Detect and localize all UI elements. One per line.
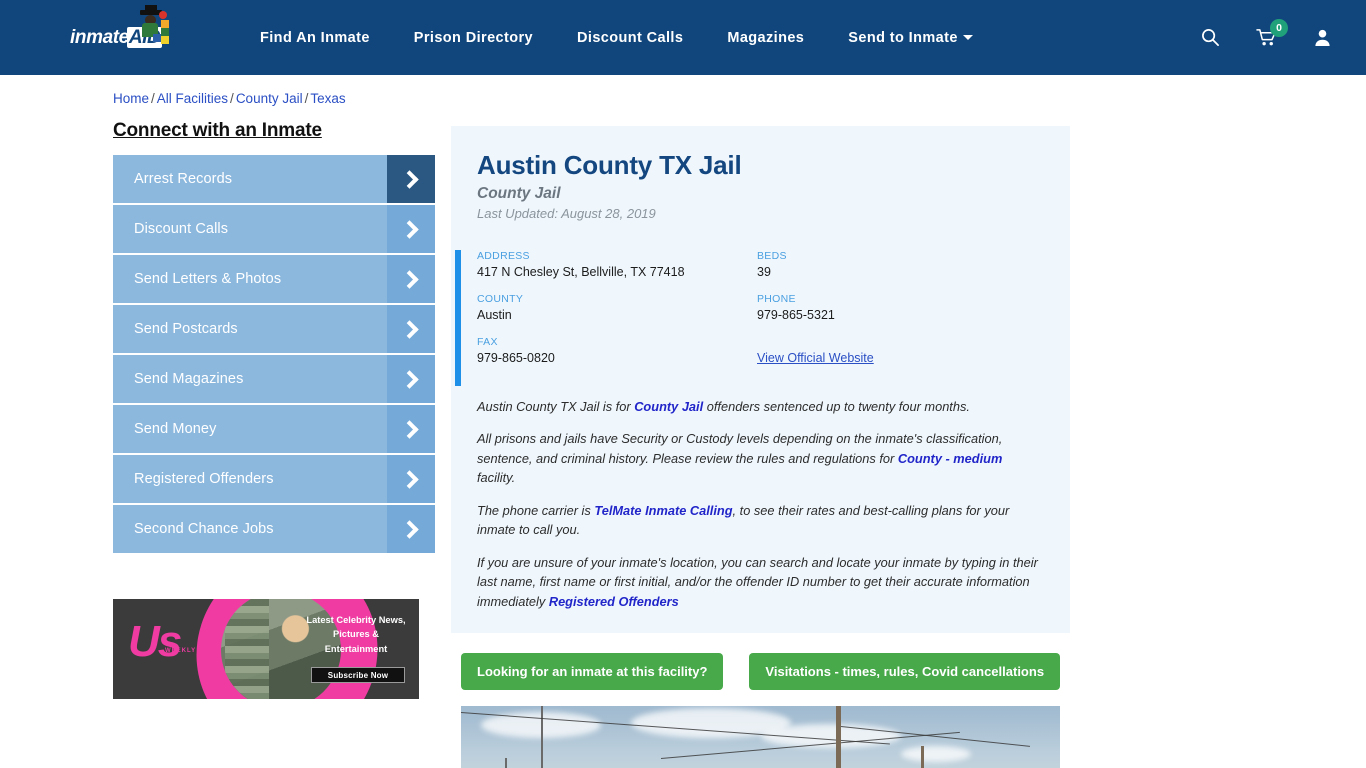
county-medium-link[interactable]: County - medium [898, 451, 1003, 466]
main-content: Austin County TX Jail County Jail Last U… [451, 114, 1071, 768]
looking-for-inmate-button[interactable]: Looking for an inmate at this facility? [461, 652, 724, 690]
chevron-right-icon [387, 355, 435, 403]
website-value: View Official Website [757, 351, 1017, 365]
details-column-left: ADDRESS 417 N Chesley St, Bellville, TX … [477, 250, 757, 379]
beds-label: BEDS [757, 250, 787, 262]
beds-field: BEDS 39 [757, 250, 1017, 279]
website-spacer [757, 336, 1017, 348]
ad-headline: Latest Celebrity News, Pictures & Entert… [306, 615, 406, 654]
chevron-down-icon [962, 35, 973, 41]
sidebar-item-send-money[interactable]: Send Money [113, 405, 435, 453]
phone-field: PHONE 979-865-5321 [757, 293, 1017, 322]
user-account-icon[interactable] [1313, 28, 1332, 47]
breadcrumb-separator: / [230, 91, 234, 106]
ad-logo-subtitle: WEEKLY [165, 648, 197, 654]
sidebar-item-label: Send Magazines [134, 371, 244, 387]
chevron-right-icon [387, 155, 435, 203]
page-title: Austin County TX Jail [477, 150, 742, 180]
sidebar-item-label: Send Letters & Photos [134, 271, 282, 287]
facility-info-card: Austin County TX Jail County Jail Last U… [451, 126, 1071, 633]
nav-item-send-to-inmate[interactable]: Send to Inmate [826, 20, 995, 56]
breadcrumb-item-home[interactable]: Home [113, 91, 149, 106]
nav-item-discount-calls[interactable]: Discount Calls [555, 20, 705, 56]
chevron-right-icon [387, 455, 435, 503]
county-value: Austin [477, 308, 512, 322]
sidebar-item-registered-offenders[interactable]: Registered Offenders [113, 455, 435, 503]
nav-item-find-an-inmate[interactable]: Find An Inmate [238, 20, 392, 56]
page-body: Home / All Facilities / County Jail / Texas Co… [0, 75, 1366, 768]
chevron-right-icon [387, 255, 435, 303]
address-value: 417 N Chesley St, Bellville, TX 77418 [477, 265, 685, 279]
cta-button-row: Looking for an inmate at this facility? … [451, 652, 1070, 690]
nav-item-magazines[interactable]: Magazines [705, 20, 826, 56]
sidebar-item-arrest-records[interactable]: Arrest Records [113, 155, 435, 203]
sidebar: Connect with an Inmate Arrest Records Di… [113, 114, 435, 699]
shopping-cart-icon[interactable]: 0 [1256, 19, 1288, 47]
nav-item-prison-directory[interactable]: Prison Directory [392, 20, 555, 56]
breadcrumb-item-texas[interactable]: Texas [310, 91, 345, 106]
sidebar-item-send-letters-photos[interactable]: Send Letters & Photos [113, 255, 435, 303]
inmateaid-logo[interactable]: inmateAID [70, 4, 190, 58]
facility-type: County Jail [477, 185, 561, 202]
description-paragraph-1: Austin County TX Jail is for County Jail… [477, 399, 970, 414]
breadcrumb-item-all-facilities[interactable]: All Facilities [157, 91, 228, 106]
breadcrumb-separator: / [304, 91, 309, 106]
fax-value: 979-865-0820 [477, 351, 555, 365]
sidebar-item-send-magazines[interactable]: Send Magazines [113, 355, 435, 403]
chevron-right-icon [387, 305, 435, 353]
facility-exterior-photo [461, 705, 1061, 768]
sidebar-item-label: Send Postcards [134, 321, 238, 337]
logo-mascot-icon [134, 4, 180, 49]
fax-field: FAX 979-865-0820 [477, 336, 757, 365]
description-paragraph-2: All prisons and jails have Security or C… [477, 431, 1003, 486]
sidebar-item-send-postcards[interactable]: Send Postcards [113, 305, 435, 353]
description-paragraph-4: If you are unsure of your inmate's locat… [477, 554, 1038, 609]
telmate-inmate-calling-link[interactable]: TelMate Inmate Calling [594, 503, 732, 518]
chevron-right-icon [387, 505, 435, 553]
last-updated-text: Last Updated: August 28, 2019 [477, 206, 656, 221]
chevron-right-icon [387, 405, 435, 453]
accent-bar [455, 250, 461, 386]
sidebar-item-label: Registered Offenders [134, 471, 274, 487]
phone-value: 979-865-5321 [757, 308, 835, 322]
sidebar-item-discount-calls[interactable]: Discount Calls [113, 205, 435, 253]
phone-label: PHONE [757, 293, 796, 305]
sidebar-heading: Connect with an Inmate [113, 120, 322, 141]
ad-logo: Us [128, 617, 182, 666]
sidebar-item-label: Arrest Records [134, 171, 233, 187]
county-field: COUNTY Austin [477, 293, 757, 322]
beds-value: 39 [757, 265, 771, 279]
cart-count-badge: 0 [1270, 19, 1288, 37]
breadcrumb: Home / All Facilities / County Jail / Texas [113, 75, 1013, 114]
sidebar-item-second-chance-jobs[interactable]: Second Chance Jobs [113, 505, 435, 553]
details-column-right: BEDS 39 PHONE 979-865-5321 View Official… [757, 250, 1017, 379]
sidebar-item-label: Discount Calls [134, 221, 229, 237]
description-paragraph-3: The phone carrier is TelMate Inmate Call… [477, 502, 1010, 538]
facility-description: Austin County TX Jail is for County Jail… [477, 397, 1044, 611]
breadcrumb-item-county-jail[interactable]: County Jail [236, 91, 303, 106]
visitations-button[interactable]: Visitations - times, rules, Covid cancel… [749, 652, 1061, 690]
breadcrumb-separator: / [151, 91, 155, 106]
search-icon[interactable] [1201, 28, 1220, 47]
chevron-right-icon [387, 205, 435, 253]
advertisement-banner[interactable]: Us WEEKLY Latest Celebrity News, Picture… [113, 599, 419, 699]
registered-offenders-link[interactable]: Registered Offenders [549, 594, 679, 609]
county-jail-link[interactable]: County Jail [634, 399, 703, 414]
address-label: ADDRESS [477, 250, 530, 262]
ad-subscribe-button[interactable]: Subscribe Now [311, 667, 405, 683]
address-field: ADDRESS 417 N Chesley St, Bellville, TX … [477, 250, 757, 279]
fax-label: FAX [477, 336, 498, 348]
sidebar-item-label: Send Money [134, 421, 217, 437]
sidebar-item-label: Second Chance Jobs [134, 521, 274, 537]
county-label: COUNTY [477, 293, 524, 305]
top-navigation-bar: inmateAID Find An Inmate Prison Director… [0, 0, 1366, 75]
main-nav-links: Find An Inmate Prison Directory Discount… [238, 20, 995, 56]
nav-icon-group: 0 [1201, 19, 1342, 47]
website-field: View Official Website [757, 336, 1017, 365]
facility-details: ADDRESS 417 N Chesley St, Bellville, TX … [455, 250, 1044, 386]
view-official-website-link[interactable]: View Official Website [757, 351, 874, 365]
